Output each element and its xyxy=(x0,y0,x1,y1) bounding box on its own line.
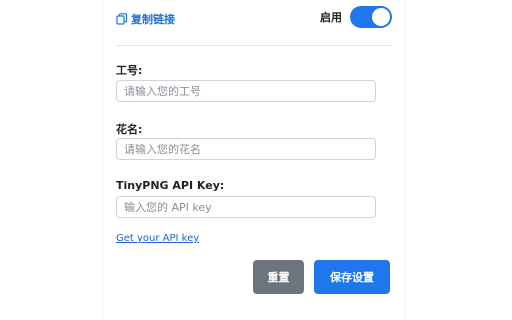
employee-id-input[interactable] xyxy=(116,80,376,102)
nickname-label: 花名: xyxy=(116,123,143,136)
copy-link-button[interactable]: 复制链接 xyxy=(116,11,175,27)
employee-id-label: 工号: xyxy=(116,64,143,77)
toggle-knob xyxy=(372,8,390,26)
copy-link-label: 复制链接 xyxy=(131,13,175,26)
header-divider xyxy=(116,45,392,46)
enable-toggle[interactable] xyxy=(350,6,392,28)
get-api-key-link[interactable]: Get your API key xyxy=(116,233,199,244)
enable-control: 启用 xyxy=(320,6,392,28)
api-key-label: TinyPNG API Key: xyxy=(116,179,225,192)
enable-label: 启用 xyxy=(320,11,342,24)
nickname-input[interactable] xyxy=(116,138,376,160)
panel-header: 复制链接 启用 xyxy=(116,5,392,31)
copy-icon xyxy=(116,13,128,25)
save-settings-button[interactable]: 保存设置 xyxy=(314,260,390,294)
api-key-input[interactable] xyxy=(116,196,376,218)
reset-button[interactable]: 重置 xyxy=(253,260,304,294)
